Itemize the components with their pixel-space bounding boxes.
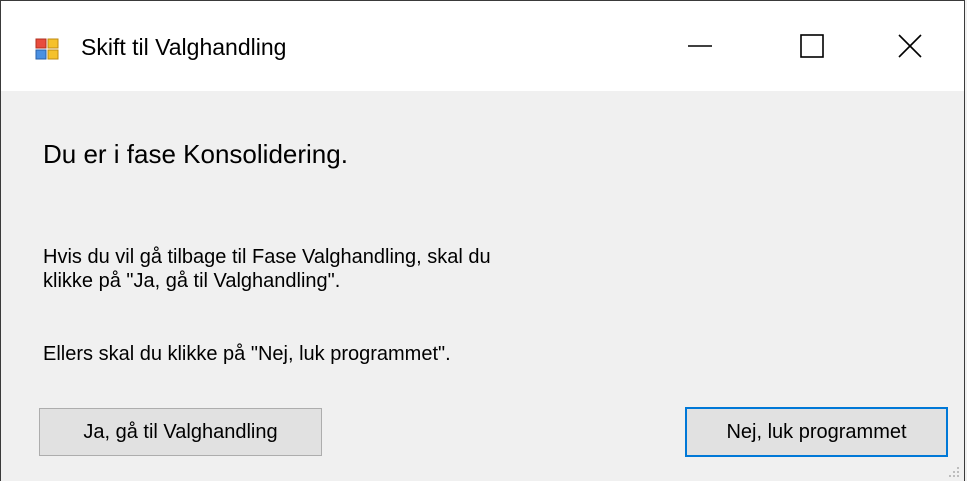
title-bar[interactable]: Skift til Valghandling xyxy=(1,1,964,91)
close-program-button[interactable]: Nej, luk programmet xyxy=(685,407,948,457)
instruction-line-2: klikke på "Ja, gå til Valghandling". xyxy=(43,270,341,292)
window-title: Skift til Valghandling xyxy=(81,34,287,60)
app-window-icon xyxy=(35,38,59,60)
phase-heading: Du er i fase Konsolidering. xyxy=(43,139,348,169)
minimize-icon xyxy=(688,45,712,47)
dialog-window: Skift til Valghandling Du er i fase Kons… xyxy=(0,0,965,481)
close-button[interactable] xyxy=(853,1,964,91)
maximize-button[interactable] xyxy=(756,1,868,91)
dialog-content: Du er i fase Konsolidering. Hvis du vil … xyxy=(1,91,964,481)
resize-grip-icon[interactable] xyxy=(948,466,960,478)
minimize-button[interactable] xyxy=(644,1,756,91)
instruction-else: Ellers skal du klikke på "Nej, luk progr… xyxy=(43,343,451,365)
maximize-icon xyxy=(800,34,824,58)
go-to-valghandling-button[interactable]: Ja, gå til Valghandling xyxy=(39,408,322,456)
instruction-line-1: Hvis du vil gå tilbage til Fase Valghand… xyxy=(43,246,491,268)
close-icon xyxy=(897,34,922,58)
